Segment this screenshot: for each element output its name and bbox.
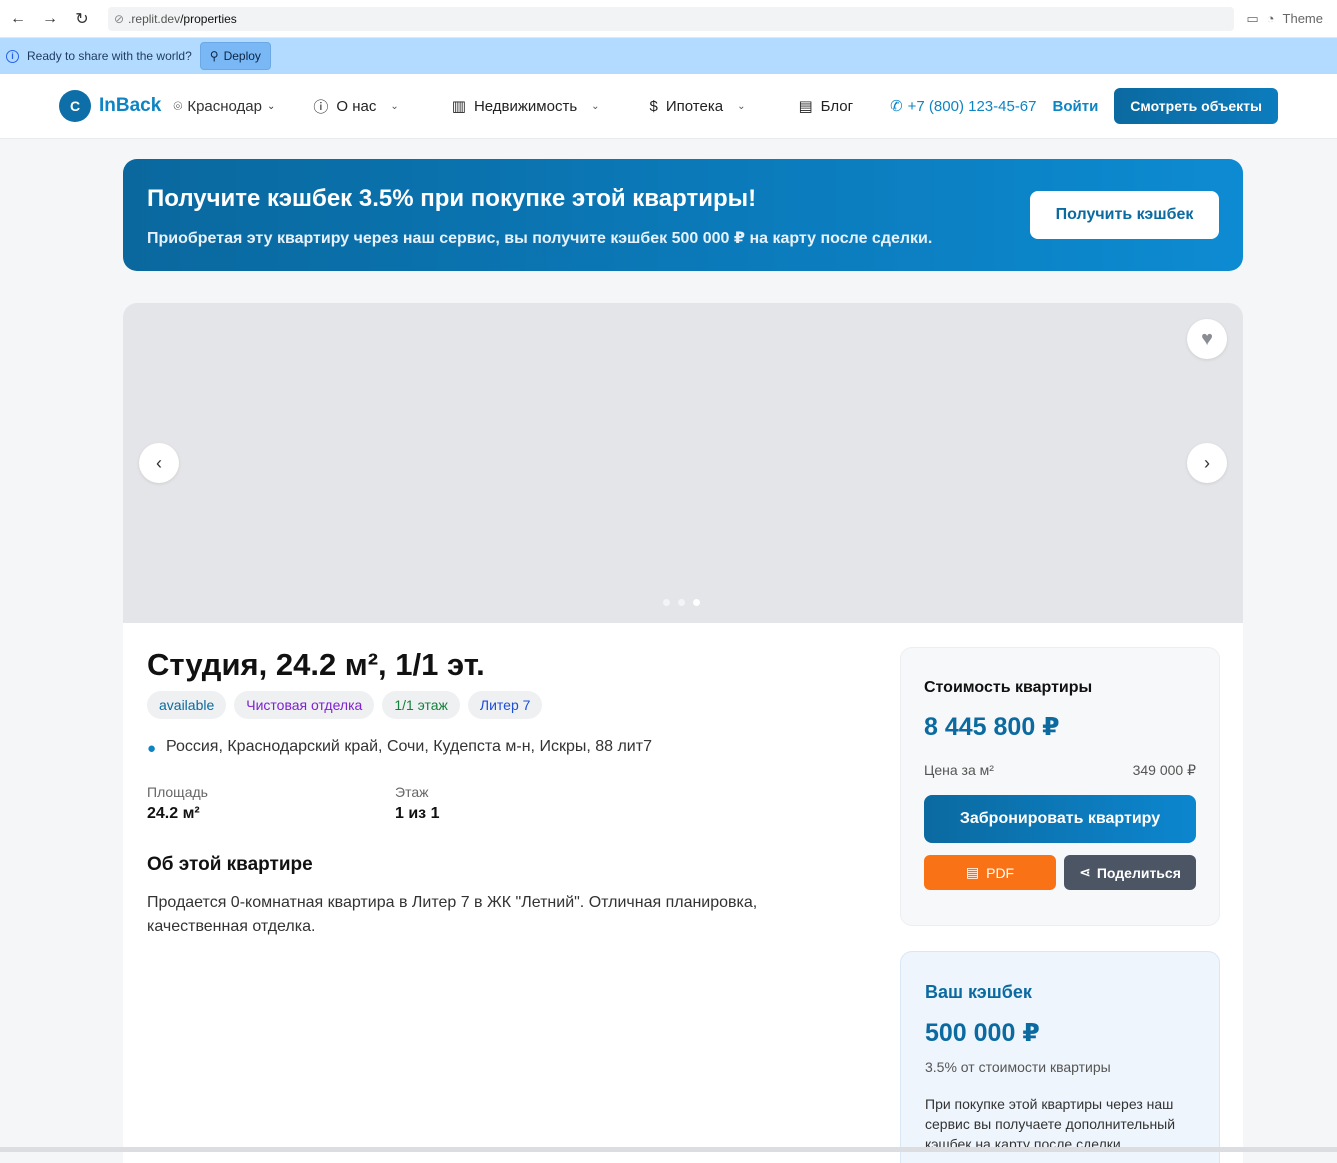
- pdf-button[interactable]: ▤ PDF: [924, 855, 1056, 890]
- menu-blog[interactable]: ▤ Блог: [798, 97, 854, 116]
- area-value: 24.2 м²: [147, 805, 200, 822]
- link-icon: ⊘: [114, 11, 125, 26]
- share-label: Поделиться: [1096, 864, 1181, 881]
- floor-label: Этаж: [395, 784, 429, 800]
- gallery-dot[interactable]: [678, 599, 685, 606]
- balloon-icon: ⚲: [209, 49, 219, 63]
- building-icon: ▥: [451, 98, 466, 115]
- theme-toggle[interactable]: ▭ ◔ Theme: [1246, 11, 1329, 27]
- view-properties-button[interactable]: Смотреть объекты: [1114, 88, 1278, 124]
- chevron-down-icon: ⌄: [591, 100, 600, 112]
- tag-floor: 1/1 этаж: [382, 691, 460, 719]
- menu-mortgage-label: Ипотека: [665, 97, 724, 115]
- listing-title: Студия, 24.2 м², 1/1 эт.: [147, 647, 485, 682]
- pdf-label: PDF: [986, 864, 1015, 881]
- map-pin-icon: ●: [147, 739, 157, 757]
- menu-blog-label: Блог: [820, 97, 854, 115]
- chevron-down-icon: ⌄: [737, 100, 746, 112]
- cashback-panel: Ваш кэшбек 500 000 ₽ 3.5% от стоимости к…: [900, 951, 1220, 1163]
- info-icon: i: [6, 49, 19, 63]
- info-icon: ⓘ: [313, 98, 329, 116]
- site-header: C InBack ⌾ Краснодар ⌄ ⓘ О нас ⌄ ▥ Недви…: [0, 74, 1337, 139]
- newspaper-icon: ▤: [798, 98, 813, 115]
- spec-area: Площадь 24.2 м²: [147, 784, 208, 823]
- gallery-dots: [663, 599, 700, 606]
- banner-title: Получите кэшбек 3.5% при покупке этой кв…: [147, 185, 757, 212]
- price-per-m2-label: Цена за м²: [924, 762, 994, 778]
- menu-realty[interactable]: ▥ Недвижимость ⌄: [451, 97, 600, 116]
- url-path: /properties: [180, 11, 237, 26]
- menu-realty-label: Недвижимость: [473, 97, 578, 115]
- price-panel: Стоимость квартиры 8 445 800 ₽ Цена за м…: [900, 647, 1220, 926]
- share-text: Ready to share with the world?: [27, 49, 192, 63]
- chevron-right-icon[interactable]: ›: [1187, 443, 1227, 483]
- floor-value: 1 из 1: [395, 805, 440, 822]
- heart-icon[interactable]: ♥: [1187, 319, 1227, 359]
- replit-share-bar: i Ready to share with the world? ⚲ Deplo…: [0, 38, 1337, 74]
- cashback-banner: Получите кэшбек 3.5% при покупке этой кв…: [123, 159, 1243, 271]
- forward-icon[interactable]: →: [40, 9, 60, 29]
- gallery-dot[interactable]: [663, 599, 670, 606]
- gallery-dot-active[interactable]: [693, 599, 700, 606]
- spec-floor: Этаж 1 из 1: [395, 784, 439, 823]
- address-bar[interactable]: ⊘ .replit.dev/properties: [108, 6, 1235, 31]
- phone-number: +7 (800) 123-45-67: [907, 97, 1037, 115]
- chevron-down-icon: ⌄: [390, 100, 399, 112]
- price-per-m2-value: 349 000 ₽: [1132, 762, 1196, 778]
- share-icon: ⋖: [1079, 864, 1091, 880]
- palette-icon: ◔: [1266, 11, 1275, 26]
- price-value: 8 445 800 ₽: [924, 713, 1060, 741]
- menu-about[interactable]: ⓘ О нас ⌄: [313, 96, 398, 117]
- price-heading: Стоимость квартиры: [924, 679, 1093, 696]
- url-host: .replit.dev: [128, 11, 181, 26]
- book-apartment-button[interactable]: Забронировать квартиру: [924, 795, 1196, 843]
- cashback-description: При покупке этой квартиры через наш серв…: [925, 1096, 1176, 1152]
- cashback-heading: Ваш кэшбек: [925, 982, 1032, 1002]
- browser-toolbar: ← → ↻ ⊘ .replit.dev/properties ▭ ◔ Theme: [0, 0, 1337, 38]
- cashback-amount: 500 000 ₽: [925, 1019, 1040, 1047]
- listing-tags: available Чистовая отделка 1/1 этаж Лите…: [147, 691, 543, 719]
- horizontal-scrollbar[interactable]: [0, 1147, 1337, 1152]
- menu-about-label: О нас: [336, 97, 377, 115]
- phone-icon: ✆: [890, 98, 903, 115]
- theme-label: Theme: [1282, 11, 1323, 26]
- get-cashback-button[interactable]: Получить кэшбек: [1030, 191, 1219, 239]
- chevron-left-icon[interactable]: ‹: [139, 443, 179, 483]
- about-heading: Об этой квартире: [147, 854, 313, 875]
- tag-status: available: [147, 691, 227, 719]
- cashback-percent: 3.5% от стоимости квартиры: [925, 1059, 1111, 1075]
- deploy-button[interactable]: ⚲ Deploy: [199, 42, 271, 70]
- file-pdf-icon: ▤: [965, 864, 980, 880]
- about-text: Продается 0-комнатная квартира в Литер 7…: [147, 894, 758, 935]
- city-label: Краснодар: [187, 97, 262, 115]
- tag-building: Литер 7: [467, 691, 543, 719]
- logo-icon[interactable]: C: [59, 90, 91, 122]
- login-link[interactable]: Войти: [1053, 98, 1099, 115]
- back-icon[interactable]: ←: [8, 9, 28, 29]
- city-selector[interactable]: ⌾ Краснодар ⌄: [173, 98, 275, 115]
- phone-link[interactable]: ✆ +7 (800) 123-45-67: [890, 97, 1037, 116]
- menu-mortgage[interactable]: $ Ипотека ⌄: [650, 98, 746, 115]
- logo-text[interactable]: InBack: [99, 95, 161, 117]
- tag-finish: Чистовая отделка: [234, 691, 375, 719]
- deploy-label: Deploy: [223, 49, 261, 63]
- dollar-icon: $: [649, 97, 658, 115]
- share-button[interactable]: ⋖ Поделиться: [1064, 855, 1196, 890]
- chevron-down-icon: ⌄: [266, 100, 276, 112]
- reload-icon[interactable]: ↻: [72, 9, 92, 29]
- address-text: Россия, Краснодарский край, Сочи, Кудепс…: [166, 738, 652, 755]
- photo-gallery[interactable]: ♥ ‹ ›: [123, 303, 1243, 623]
- listing-address: ● Россия, Краснодарский край, Сочи, Куде…: [147, 738, 652, 757]
- banner-text: Приобретая эту квартиру через наш сервис…: [147, 230, 933, 247]
- location-pin-icon: ⌾: [173, 97, 183, 115]
- listing-card: ♥ ‹ › Студия, 24.2 м², 1/1 эт. available…: [123, 303, 1243, 1163]
- area-label: Площадь: [147, 784, 208, 800]
- screen-icon[interactable]: ▭: [1246, 11, 1258, 27]
